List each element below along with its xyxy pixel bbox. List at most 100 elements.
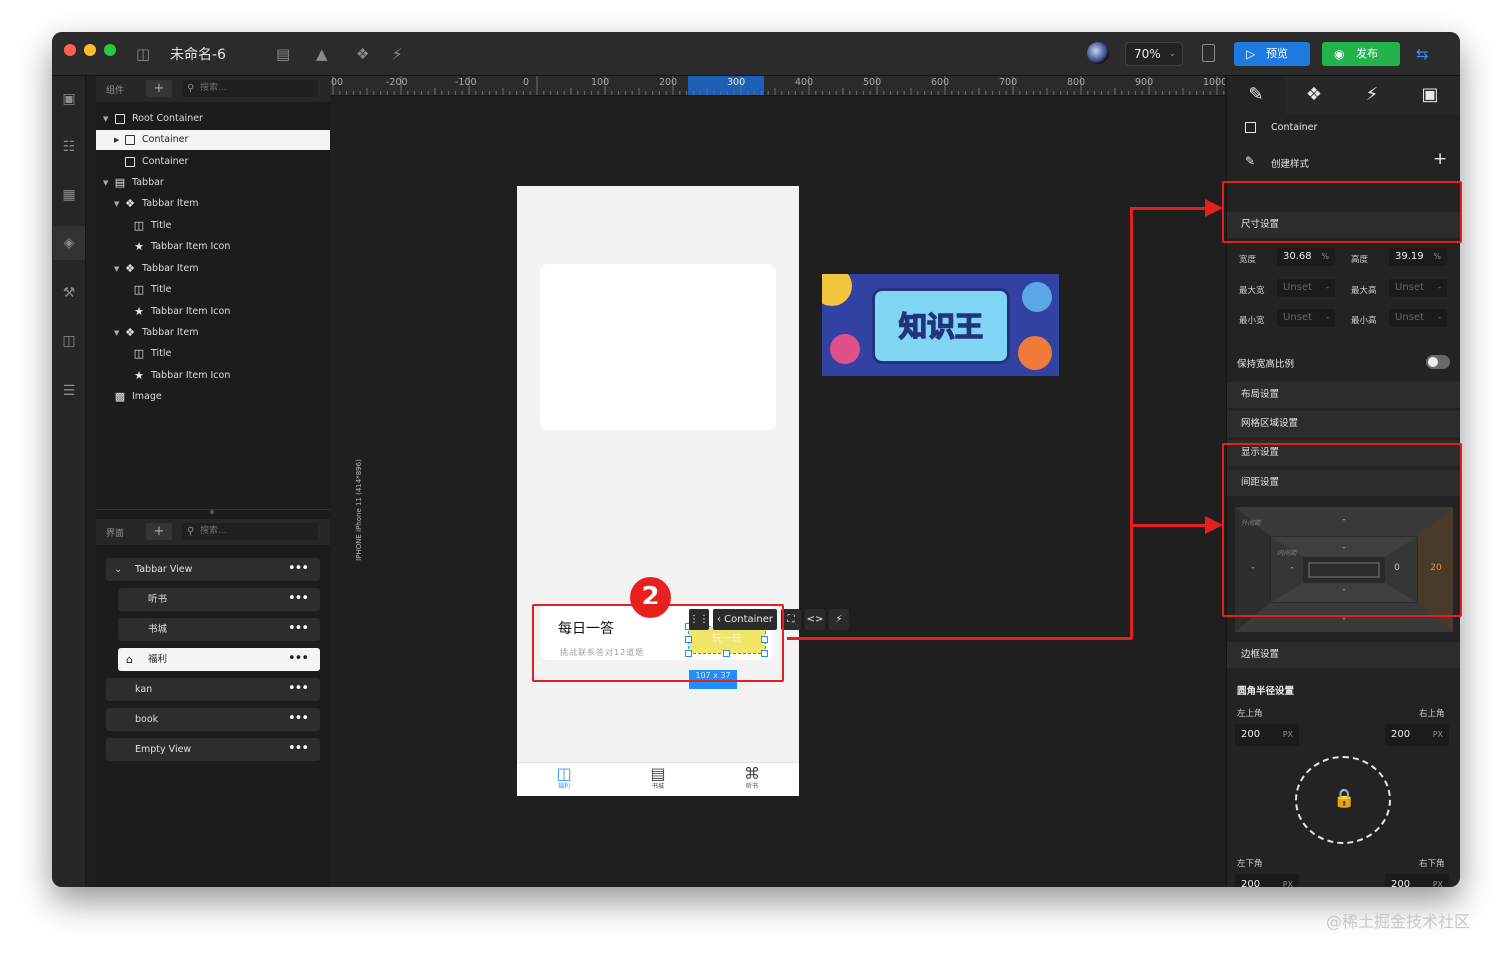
tree-item-container[interactable]: Container bbox=[96, 152, 330, 172]
tab-style-brush[interactable]: ✎ bbox=[1227, 76, 1285, 114]
tab-events[interactable]: ⚡ bbox=[1343, 76, 1401, 114]
max-width-input[interactable]: Unset - bbox=[1277, 279, 1335, 297]
tree-item-label: Title bbox=[151, 284, 172, 295]
min-width-input[interactable]: Unset - bbox=[1277, 309, 1335, 327]
height-input[interactable]: 39.19% bbox=[1389, 248, 1447, 266]
image-icon: ▩ bbox=[114, 390, 126, 403]
cube-icon[interactable]: ▣ bbox=[60, 90, 78, 108]
tree-item-image[interactable]: ▩ Image bbox=[96, 387, 330, 407]
tree-item-tabbar-item[interactable]: ▼ ❖ Tabbar Item bbox=[96, 259, 330, 279]
bottom-right-radius-input[interactable]: 200 PX bbox=[1385, 874, 1449, 887]
container-card[interactable] bbox=[540, 264, 776, 430]
top-left-radius-input[interactable]: 200 PX bbox=[1235, 724, 1299, 746]
properties-tabs: ✎ ❖ ⚡ ▣ bbox=[1227, 76, 1460, 114]
minimize-window-button[interactable] bbox=[84, 44, 96, 56]
more-icon[interactable]: ••• bbox=[288, 677, 309, 700]
zoom-select[interactable]: 70% ⌄ bbox=[1125, 42, 1183, 66]
shapes-icon[interactable]: ▲ bbox=[316, 44, 328, 64]
publish-button[interactable]: ◉ 发布 bbox=[1322, 42, 1400, 66]
more-icon[interactable]: ••• bbox=[288, 557, 309, 580]
tab-bookstore[interactable]: ▤ 书城 bbox=[638, 765, 678, 792]
resize-handle[interactable] bbox=[210, 510, 214, 514]
layers-search-input[interactable]: ⚲ 搜索... bbox=[182, 80, 318, 97]
layers-icon[interactable]: ◈ bbox=[53, 226, 85, 260]
max-height-input[interactable]: Unset - bbox=[1389, 279, 1447, 297]
tree-item-tabbar-item-icon[interactable]: ★ Tabbar Item Icon bbox=[96, 237, 330, 257]
tree-item-tabbar-item-icon[interactable]: ★ Tabbar Item Icon bbox=[96, 302, 330, 322]
banner-decoration bbox=[1018, 336, 1052, 370]
top-right-radius-input[interactable]: 200 PX bbox=[1385, 724, 1449, 746]
more-icon[interactable]: ••• bbox=[288, 737, 309, 760]
zoom-window-button[interactable] bbox=[104, 44, 116, 56]
keep-ratio-label: 保持宽高比例 bbox=[1237, 359, 1295, 370]
device-label: IPHONE iPhone 11 (414*896) bbox=[355, 459, 363, 561]
border-section-header[interactable]: 边框设置 bbox=[1227, 642, 1460, 668]
tab-welfare[interactable]: ◫ 福利 bbox=[544, 765, 584, 792]
tree-item-title[interactable]: ◫ Title bbox=[96, 280, 330, 300]
page-item-label: 福利 bbox=[148, 654, 168, 665]
tree-item-label: Tabbar Item bbox=[142, 263, 199, 274]
add-style-button[interactable]: + bbox=[1433, 149, 1447, 169]
annotation-spacing-box bbox=[1222, 443, 1462, 617]
page-item-listen[interactable]: 听书 ••• bbox=[118, 588, 320, 611]
avatar[interactable] bbox=[1087, 42, 1109, 64]
tree-item-container-selected[interactable]: ▶ Container bbox=[96, 130, 330, 150]
list-icon[interactable]: ☰ bbox=[60, 382, 78, 400]
settings-sliders-icon[interactable]: ⇆ bbox=[1416, 44, 1429, 64]
ruler-label: 400 bbox=[795, 77, 814, 88]
lock-icon[interactable]: 🔒 bbox=[1333, 788, 1355, 809]
tree-item-tabbar-item[interactable]: ▼ ❖ Tabbar Item bbox=[96, 323, 330, 343]
search-icon: ⚲ bbox=[187, 83, 195, 94]
more-icon[interactable]: ••• bbox=[288, 617, 309, 640]
more-icon[interactable]: ••• bbox=[288, 587, 309, 610]
page-item-bookstore[interactable]: 书城 ••• bbox=[118, 618, 320, 641]
page-item-tabbar-view[interactable]: ⌄ Tabbar View ••• bbox=[106, 558, 320, 581]
fullscreen-icon[interactable]: ⛶ bbox=[781, 609, 801, 630]
banner-title: 知识王 bbox=[898, 309, 984, 344]
layout-section-header[interactable]: 布局设置 bbox=[1227, 382, 1460, 408]
components-icon[interactable]: ❖ bbox=[356, 44, 369, 64]
tab-component[interactable]: ❖ bbox=[1285, 76, 1343, 114]
bottom-left-radius-input[interactable]: 200 PX bbox=[1235, 874, 1299, 887]
preview-button[interactable]: ▷ 预览 bbox=[1234, 42, 1310, 66]
pages-search-input[interactable]: ⚲ 搜索... bbox=[182, 523, 318, 540]
tab-data[interactable]: ▣ bbox=[1401, 76, 1459, 114]
keep-ratio-toggle[interactable] bbox=[1426, 355, 1450, 369]
min-height-input[interactable]: Unset - bbox=[1389, 309, 1447, 327]
code-icon[interactable]: <> bbox=[805, 609, 825, 630]
lightning-icon[interactable]: ⚡ bbox=[829, 609, 849, 630]
sidebar-toggle-icon[interactable]: ◫ bbox=[136, 44, 150, 64]
hammer-icon[interactable]: ⚒ bbox=[60, 284, 78, 302]
width-input[interactable]: 30.68% bbox=[1277, 248, 1335, 266]
document-icon[interactable]: ▤ bbox=[276, 44, 290, 64]
phone-frame[interactable]: 每日一答 挑战联系答对12道题 玩一玩 107 x 37 ◫ 福利 ▤ 书城 ⌘… bbox=[517, 186, 799, 796]
pages-icon[interactable]: ◫ bbox=[60, 332, 78, 350]
banner-image[interactable]: 知识王 bbox=[822, 274, 1059, 376]
page-item-kan[interactable]: kan ••• bbox=[106, 678, 320, 701]
add-page-button[interactable]: + bbox=[146, 523, 172, 540]
tree-item-title[interactable]: ◫ Title bbox=[96, 344, 330, 364]
tree-item-tabbar[interactable]: ▼ ▤ Tabbar bbox=[96, 173, 330, 193]
more-icon[interactable]: ••• bbox=[288, 647, 309, 670]
page-item-empty-view[interactable]: Empty View ••• bbox=[106, 738, 320, 761]
tab-listen[interactable]: ⌘ 听书 bbox=[732, 765, 772, 792]
grid-section-header[interactable]: 网格区域设置 bbox=[1227, 411, 1460, 437]
tree-item-tabbar-item-icon[interactable]: ★ Tabbar Item Icon bbox=[96, 366, 330, 386]
layout-icon[interactable]: ▦ bbox=[60, 186, 78, 204]
more-icon[interactable]: ••• bbox=[288, 707, 309, 730]
close-window-button[interactable] bbox=[64, 44, 76, 56]
tree-item-label: Tabbar Item Icon bbox=[151, 370, 231, 381]
ruler-label: 800 bbox=[1067, 77, 1086, 88]
actions-icon[interactable]: ⚡ bbox=[392, 44, 403, 64]
tree-item-tabbar-item[interactable]: ▼ ❖ Tabbar Item bbox=[96, 194, 330, 214]
chevron-icon: - bbox=[1326, 283, 1329, 292]
page-item-welfare[interactable]: ⌂ 福利 ••• bbox=[118, 648, 320, 671]
device-icon[interactable] bbox=[1202, 44, 1215, 62]
tree-item-root-container[interactable]: ▼ Root Container bbox=[96, 109, 330, 129]
design-canvas[interactable]: IPHONE iPhone 11 (414*896) 每日一答 挑战联系答对12… bbox=[330, 96, 1225, 887]
tree-item-title[interactable]: ◫ Title bbox=[96, 216, 330, 236]
page-item-book[interactable]: book ••• bbox=[106, 708, 320, 731]
add-component-button[interactable]: + bbox=[146, 80, 172, 97]
components-icon[interactable]: ☷ bbox=[60, 138, 78, 156]
tabbar-item-icon: ❖ bbox=[125, 262, 135, 275]
